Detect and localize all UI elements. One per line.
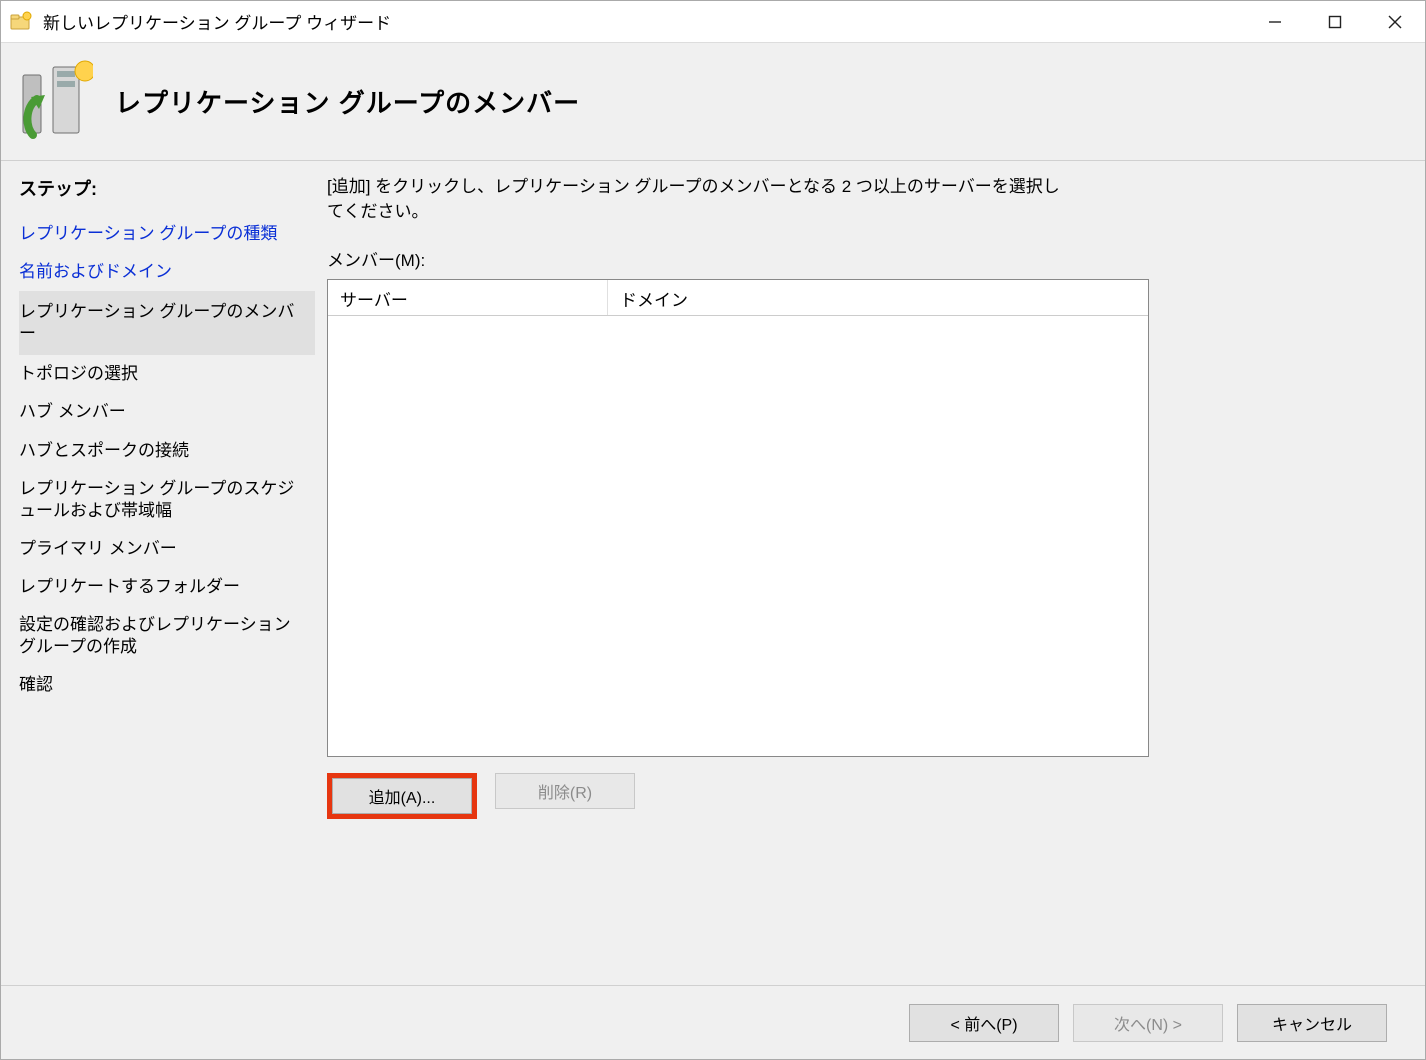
column-header-domain[interactable]: ドメイン bbox=[608, 280, 1148, 315]
page-title: レプリケーション グループのメンバー bbox=[115, 83, 580, 120]
back-button[interactable]: < 前へ(P) bbox=[909, 1004, 1059, 1042]
step-6: レプリケーション グループのスケジュールおよび帯域幅 bbox=[19, 470, 315, 530]
close-button[interactable] bbox=[1365, 1, 1425, 43]
wizard-footer: < 前へ(P) 次へ(N) > キャンセル bbox=[1, 985, 1425, 1059]
add-button[interactable]: 追加(A)... bbox=[332, 778, 472, 814]
steps-sidebar: ステップ: レプリケーション グループの種類名前およびドメインレプリケーション … bbox=[1, 161, 319, 985]
titlebar: 新しいレプリケーション グループ ウィザード bbox=[1, 1, 1425, 43]
members-table-header: サーバー ドメイン bbox=[328, 280, 1148, 316]
step-7: プライマリ メンバー bbox=[19, 530, 315, 568]
members-table[interactable]: サーバー ドメイン bbox=[327, 279, 1149, 757]
step-0[interactable]: レプリケーション グループの種類 bbox=[19, 215, 315, 253]
member-action-row: 追加(A)... 削除(R) bbox=[327, 773, 1395, 819]
wizard-body: ステップ: レプリケーション グループの種類名前およびドメインレプリケーション … bbox=[1, 161, 1425, 985]
instruction-text: [追加] をクリックし、レプリケーション グループのメンバーとなる 2 つ以上の… bbox=[327, 175, 1067, 224]
window-title: 新しいレプリケーション グループ ウィザード bbox=[43, 9, 391, 34]
remove-button: 削除(R) bbox=[495, 773, 635, 809]
wizard-header: レプリケーション グループのメンバー bbox=[1, 43, 1425, 161]
main-panel: [追加] をクリックし、レプリケーション グループのメンバーとなる 2 つ以上の… bbox=[319, 161, 1425, 985]
step-10: 確認 bbox=[19, 666, 315, 704]
step-3: トポロジの選択 bbox=[19, 355, 315, 393]
step-1[interactable]: 名前およびドメイン bbox=[19, 253, 315, 291]
members-label: メンバー(M): bbox=[327, 246, 1395, 271]
add-button-highlight: 追加(A)... bbox=[327, 773, 477, 819]
step-5: ハブとスポークの接続 bbox=[19, 432, 315, 470]
wizard-folder-icon bbox=[9, 10, 33, 34]
step-9: 設定の確認およびレプリケーション グループの作成 bbox=[19, 606, 315, 666]
wizard-window: 新しいレプリケーション グループ ウィザード レプリケーション グループのメンバ… bbox=[0, 0, 1426, 1060]
step-4: ハブ メンバー bbox=[19, 393, 315, 431]
step-8: レプリケートするフォルダー bbox=[19, 568, 315, 606]
steps-caption: ステップ: bbox=[19, 175, 315, 201]
step-2: レプリケーション グループのメンバー bbox=[19, 291, 315, 355]
column-header-server[interactable]: サーバー bbox=[328, 280, 608, 315]
minimize-button[interactable] bbox=[1245, 1, 1305, 43]
next-button: 次へ(N) > bbox=[1073, 1004, 1223, 1042]
replication-servers-icon bbox=[13, 57, 93, 147]
maximize-button[interactable] bbox=[1305, 1, 1365, 43]
cancel-button[interactable]: キャンセル bbox=[1237, 1004, 1387, 1042]
